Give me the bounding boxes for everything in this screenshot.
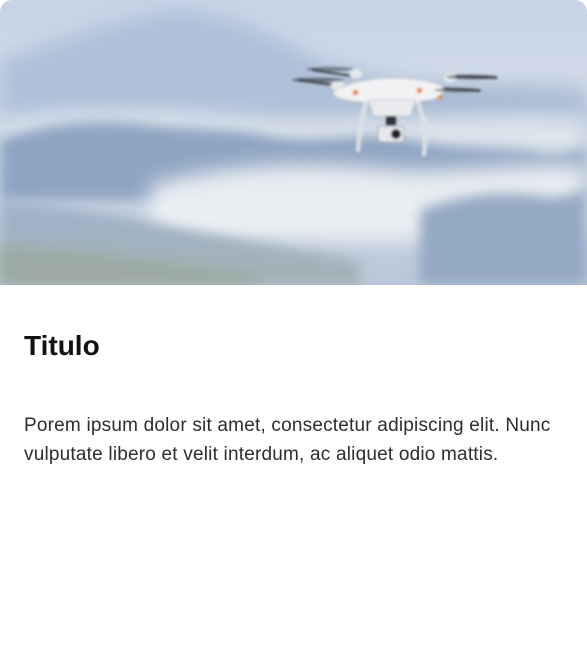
card-description: Porem ipsum dolor sit amet, consectetur … xyxy=(24,415,551,465)
content-card[interactable]: Titulo Porem ipsum dolor sit amet, conse… xyxy=(0,0,587,659)
hero-image xyxy=(0,0,587,285)
card-title: Titulo xyxy=(24,330,100,361)
drone-landscape-illustration xyxy=(0,0,587,285)
